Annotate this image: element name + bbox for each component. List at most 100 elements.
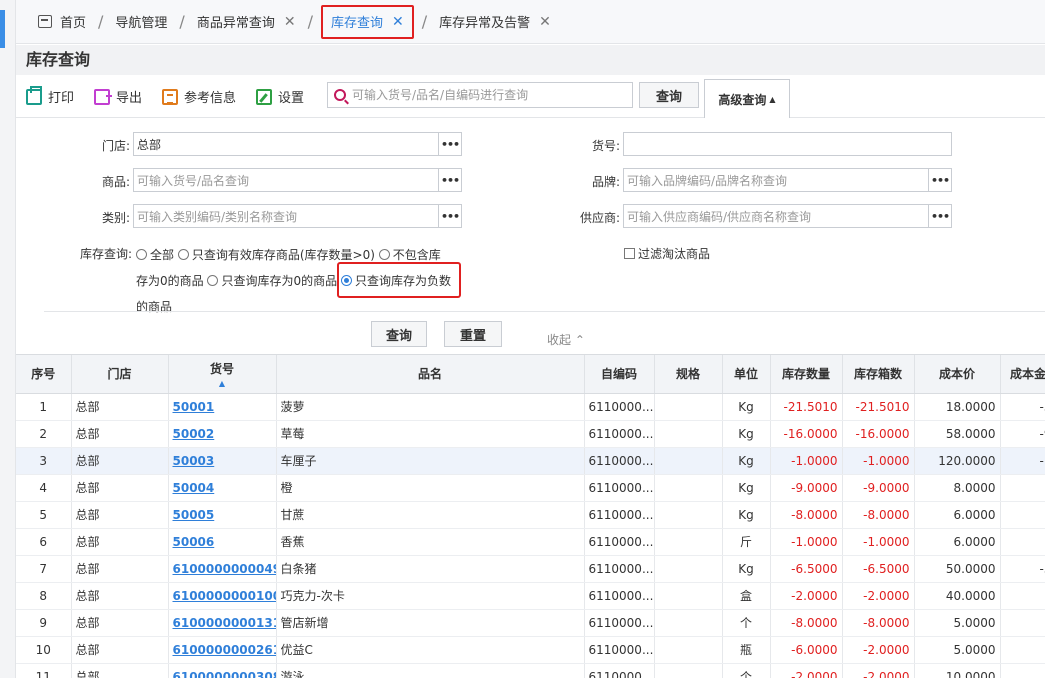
form-reset-button[interactable]: 重置 [444, 321, 502, 347]
sort-ascending-icon[interactable]: ▲ [169, 379, 276, 388]
sku-link[interactable]: 50005 [173, 508, 215, 522]
tab-separator: / [179, 12, 185, 31]
table-row[interactable]: 2 总部 50002 草莓 6110000... Kg -16.0000 -16.0000 58… [16, 420, 1045, 448]
store-field[interactable]: 总部 ••• [133, 132, 462, 156]
table-cell: -1 [1000, 447, 1045, 475]
table-cell[interactable]: 6100000000308 [168, 663, 277, 678]
table-cell[interactable]: 6100000000261 [168, 636, 277, 664]
more-icon[interactable]: ••• [438, 169, 461, 191]
table-cell[interactable]: 6100000000131 [168, 609, 277, 637]
more-icon[interactable]: ••• [438, 133, 461, 155]
sku-link[interactable]: 50004 [173, 481, 215, 495]
highlight-box [337, 262, 461, 298]
col-header-sortable[interactable]: 货号 ▲ [168, 355, 277, 394]
supplier-field[interactable]: 可输入供应商编码/供应商名称查询 ••• [623, 204, 952, 228]
collapse-toggle[interactable]: 收起 ⌃ [547, 331, 585, 348]
category-field[interactable]: 可输入类别编码/类别名称查询 ••• [133, 204, 462, 228]
sku-link[interactable]: 50002 [173, 427, 215, 441]
product-placeholder: 可输入货号/品名查询 [137, 173, 250, 188]
filter-discontinued-checkbox[interactable]: 过滤淘汰商品 [624, 245, 710, 262]
brand-field[interactable]: 可输入品牌编码/品牌名称查询 ••• [623, 168, 952, 192]
table-cell [654, 636, 723, 664]
reference-info-button[interactable]: 参考信息 [162, 87, 236, 106]
table-cell [654, 609, 723, 637]
close-icon[interactable]: ✕ [392, 14, 404, 30]
col-header[interactable]: 单位 [722, 355, 771, 394]
table-cell: 优益C [276, 636, 585, 664]
table-cell[interactable]: 50004 [168, 474, 277, 502]
table-cell[interactable]: 6100000000100 [168, 582, 277, 610]
table-cell: 40.0000 [914, 582, 1001, 610]
tab-stock-query[interactable]: 库存查询 ✕ [320, 4, 414, 39]
stock-query-label: 库存查询: [79, 247, 132, 261]
toolbar-query-button[interactable]: 查询 [639, 82, 699, 108]
table-cell: 11 [16, 663, 72, 678]
radio-zero-stock[interactable]: 只查询库存为0的商品 [207, 274, 337, 288]
product-field[interactable]: 可输入货号/品名查询 ••• [133, 168, 462, 192]
col-header[interactable]: 库存数量 [770, 355, 843, 394]
close-icon[interactable]: ✕ [539, 14, 551, 30]
table-cell[interactable]: 50005 [168, 501, 277, 529]
table-cell[interactable]: 50002 [168, 420, 277, 448]
table-cell[interactable]: 50003 [168, 447, 277, 475]
col-header[interactable]: 成本金 [1000, 355, 1045, 394]
sku-input[interactable] [623, 132, 952, 156]
radio-exclude-zero[interactable]: 不包含库 [378, 248, 441, 262]
col-header[interactable]: 自编码 [584, 355, 655, 394]
table-row[interactable]: 5 总部 50005 甘蔗 6110000... Kg -8.0000 -8.0000 6.00… [16, 501, 1045, 529]
table-cell: 总部 [71, 420, 169, 448]
print-button[interactable]: 打印 [26, 85, 74, 106]
table-cell[interactable]: 50001 [168, 393, 277, 421]
tab-home[interactable]: 首页 [34, 7, 90, 37]
table-row[interactable]: 7 总部 6100000000049 白条猪 6110000... Kg -6.5000 -6… [16, 555, 1045, 583]
table-row[interactable]: 6 总部 50006 香蕉 6110000... 斤 -1.0000 -1.0000 6.000… [16, 528, 1045, 556]
search-input[interactable] [352, 88, 622, 102]
sku-link[interactable]: 50001 [173, 400, 215, 414]
export-button[interactable]: 导出 [94, 87, 142, 106]
form-query-button[interactable]: 查询 [371, 321, 427, 347]
caret-up-icon: ▲ [769, 94, 776, 104]
col-header[interactable]: 品名 [276, 355, 585, 394]
radio-all[interactable]: 全部 [136, 248, 174, 262]
col-header[interactable]: 规格 [654, 355, 723, 394]
advanced-query-tab[interactable]: 高级查询 ▲ [704, 79, 790, 119]
table-cell [654, 501, 723, 529]
sku-link[interactable]: 6100000000131 [173, 616, 276, 630]
tab-nav-management[interactable]: 导航管理 [111, 7, 171, 37]
sku-link[interactable]: 6100000000308 [173, 670, 276, 678]
sku-link[interactable]: 50003 [173, 454, 215, 468]
table-row[interactable]: 10 总部 6100000000261 优益C 6110000... 瓶 -6.0000 -2… [16, 636, 1045, 664]
more-icon[interactable]: ••• [928, 169, 951, 191]
table-cell: -8.0000 [842, 501, 915, 529]
table-row[interactable]: 9 总部 6100000000131 管店新增 6110000... 个 -8.0000 -8… [16, 609, 1045, 637]
tab-product-exception[interactable]: 商品异常查询 ✕ [193, 7, 300, 37]
radio-valid-stock[interactable]: 只查询有效库存商品(库存数量>0) [177, 248, 375, 262]
close-icon[interactable]: ✕ [284, 14, 296, 30]
radio-all-label: 全部 [150, 248, 175, 262]
category-label: 类别: [101, 211, 130, 225]
table-cell: 瓶 [722, 636, 771, 664]
table-cell[interactable]: 50006 [168, 528, 277, 556]
sku-link[interactable]: 6100000000261 [173, 643, 276, 657]
table-row[interactable]: 11 总部 6100000000308 游泳 6110000... 个 -2.0000 -2.… [16, 663, 1045, 678]
filter-discontinued-label: 过滤淘汰商品 [638, 247, 711, 261]
settings-button[interactable]: 设置 [256, 87, 304, 106]
table-row[interactable]: 8 总部 6100000000100 巧克力-次卡 6110000... 盒 -2.0000… [16, 582, 1045, 610]
table-row[interactable]: 3 总部 50003 车厘子 6110000... Kg -1.0000 -1.0000 120… [16, 447, 1045, 475]
more-icon[interactable]: ••• [928, 205, 951, 227]
col-header[interactable]: 库存箱数 [842, 355, 915, 394]
table-row[interactable]: 4 总部 50004 橙 6110000... Kg -9.0000 -9.0000 8.000… [16, 474, 1045, 502]
table-cell: 游泳 [276, 663, 585, 678]
col-header[interactable]: 成本价 [914, 355, 1001, 394]
col-header[interactable]: 门店 [71, 355, 169, 394]
table-cell[interactable]: 6100000000049 [168, 555, 277, 583]
tab-stock-alert[interactable]: 库存异常及告警 ✕ [435, 7, 555, 37]
product-label: 商品: [101, 175, 130, 189]
more-icon[interactable]: ••• [438, 205, 461, 227]
sku-link[interactable]: 6100000000049 [173, 562, 276, 576]
col-header[interactable]: 序号 [16, 355, 72, 394]
sku-link[interactable]: 6100000000100 [173, 589, 276, 603]
sku-link[interactable]: 50006 [173, 535, 215, 549]
table-cell: -6.5000 [770, 555, 843, 583]
table-row[interactable]: 1 总部 50001 菠萝 6110000... Kg -21.5010 -21.5010 18… [16, 393, 1045, 421]
